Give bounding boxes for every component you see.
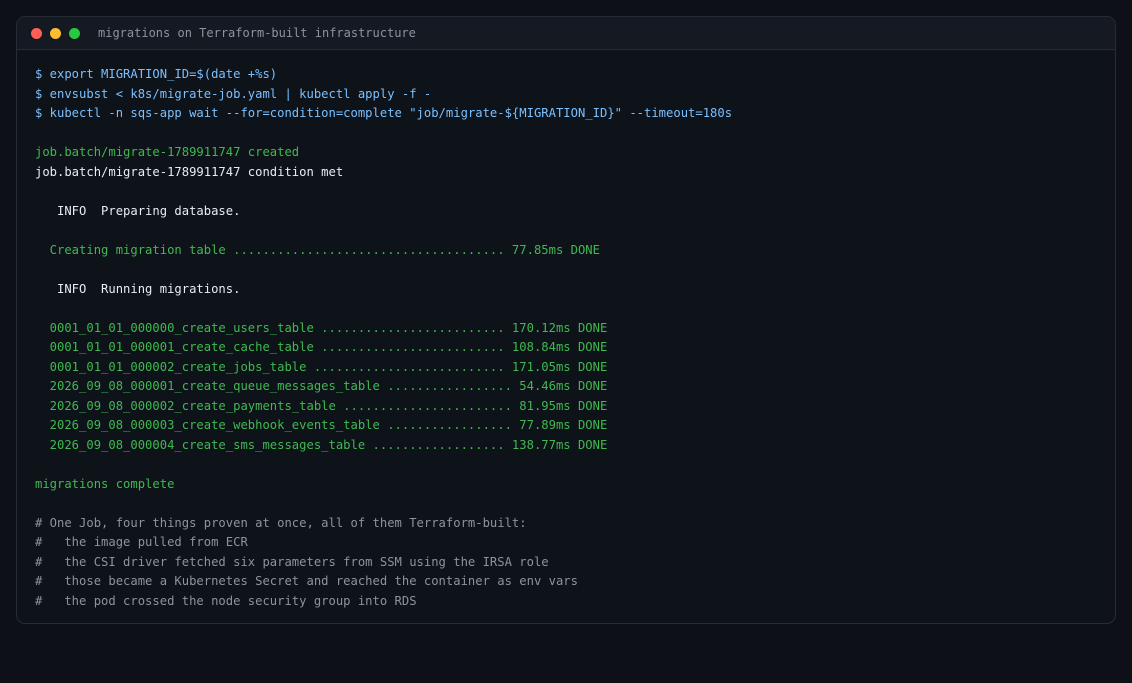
output-line: INFO Preparing database. <box>35 203 241 218</box>
output-line: 2026_09_08_000003_create_webhook_events_… <box>35 418 608 432</box>
command-line: $ kubectl -n sqs-app wait --for=conditio… <box>35 106 733 120</box>
terminal-output[interactable]: $ export MIGRATION_ID=$(date +%s) $ envsu… <box>35 65 1103 611</box>
close-window-button[interactable] <box>31 28 42 39</box>
comment-line: # those became a Kubernetes Secret and r… <box>35 574 578 588</box>
comment-line: # the CSI driver fetched six parameters … <box>35 554 549 569</box>
command-line: $ envsubst < k8s/migrate-job.yaml | kube… <box>35 86 432 101</box>
window-title: migrations on Terraform-built infrastruc… <box>98 26 416 40</box>
output-line: 0001_01_01_000000_create_users_table ...… <box>35 320 608 335</box>
command-line: $ export MIGRATION_ID=$(date +%s) <box>35 67 278 81</box>
output-line: INFO Running migrations. <box>35 281 241 296</box>
output-line: 2026_09_08_000004_create_sms_messages_ta… <box>35 437 608 452</box>
minimize-window-button[interactable] <box>50 28 61 39</box>
comment-line: # the image pulled from ECR <box>35 535 248 549</box>
output-line: 2026_09_08_000002_create_payments_table … <box>35 398 608 413</box>
terminal-window: migrations on Terraform-built infrastruc… <box>16 16 1116 624</box>
output-line: 0001_01_01_000001_create_cache_table ...… <box>35 340 608 354</box>
output-line: migrations complete <box>35 476 175 491</box>
maximize-window-button[interactable] <box>69 28 80 39</box>
output-line: job.batch/migrate-1789911747 condition m… <box>35 164 344 179</box>
comment-line: # the pod crossed the node security grou… <box>35 593 417 608</box>
comment-line: # One Job, four things proven at once, a… <box>35 515 527 530</box>
output-line: Creating migration table ...............… <box>35 242 600 257</box>
output-line: 2026_09_08_000001_create_queue_messages_… <box>35 379 608 393</box>
output-line: 0001_01_01_000002_create_jobs_table ....… <box>35 359 608 374</box>
output-line: job.batch/migrate-1789911747 created <box>35 145 300 159</box>
window-titlebar: migrations on Terraform-built infrastruc… <box>17 17 1115 50</box>
